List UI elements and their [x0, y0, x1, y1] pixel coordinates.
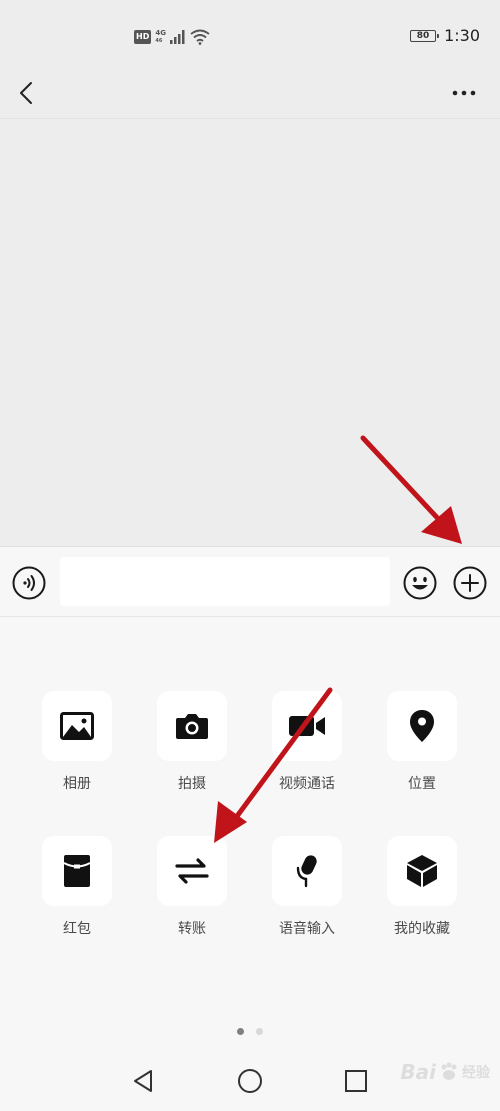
back-button[interactable] [14, 76, 38, 110]
tool-label: 转账 [178, 921, 206, 937]
tool-tile [387, 691, 457, 761]
location-icon [410, 710, 434, 742]
tool-camera[interactable]: 拍摄 [142, 691, 242, 801]
tool-tile [272, 836, 342, 906]
status-right: 80 1:30 [410, 26, 480, 45]
square-recents-icon [345, 1070, 367, 1092]
emoji-icon [403, 566, 437, 600]
emoji-button[interactable] [403, 566, 437, 600]
input-bar [0, 546, 500, 617]
more-functions-panel: 相册 拍摄 视频通话 位置 红包 转账 语音输入 我的收藏 [0, 617, 500, 1111]
system-back-button[interactable] [130, 1068, 156, 1094]
tool-album[interactable]: 相册 [27, 691, 127, 801]
tool-label: 相册 [63, 776, 91, 792]
microphone-icon [296, 855, 317, 888]
message-input[interactable] [60, 557, 390, 606]
more-functions-button[interactable] [453, 566, 487, 600]
paw-icon [441, 1062, 457, 1080]
tool-tile [42, 836, 112, 906]
tool-tile [387, 836, 457, 906]
tool-video-call[interactable]: 视频通话 [257, 691, 357, 801]
status-bar: HD 4G 46 80 1:30 [0, 0, 500, 70]
tool-tile [157, 836, 227, 906]
page-indicator [0, 1028, 500, 1035]
hd-badge: HD [134, 30, 152, 44]
more-button[interactable] [450, 78, 478, 108]
more-horizontal-icon [452, 90, 476, 96]
tool-red-packet[interactable]: 红包 [27, 836, 127, 946]
tool-label: 视频通话 [279, 776, 335, 792]
watermark-suffix: 经验 [462, 1065, 490, 1081]
page-dot[interactable] [256, 1028, 263, 1035]
chat-header [0, 70, 500, 119]
tool-tile [157, 691, 227, 761]
battery-level: 80 [416, 30, 430, 41]
camera-icon [176, 714, 208, 739]
tool-tile [42, 691, 112, 761]
network-type: 4G 46 [155, 29, 166, 45]
network-sub: 46 [155, 38, 163, 44]
signal-icon [169, 30, 185, 44]
voice-icon [12, 566, 46, 600]
tool-label: 我的收藏 [394, 921, 450, 937]
status-left: HD 4G 46 [134, 28, 210, 46]
tool-location[interactable]: 位置 [372, 691, 472, 801]
voice-button[interactable] [12, 566, 46, 600]
page-dot-active[interactable] [237, 1028, 244, 1035]
system-home-button[interactable] [237, 1068, 263, 1094]
tool-label: 拍摄 [178, 776, 206, 792]
tool-voice-input[interactable]: 语音输入 [257, 836, 357, 946]
red-packet-icon [63, 855, 91, 887]
transfer-icon [175, 858, 209, 884]
tool-tile [272, 691, 342, 761]
image-icon [60, 712, 94, 740]
tool-label: 位置 [408, 776, 436, 792]
wifi-icon [190, 29, 210, 45]
video-icon [289, 716, 325, 736]
tool-label: 红包 [63, 921, 91, 937]
watermark-brand: Bai [400, 1060, 436, 1084]
status-time: 1:30 [444, 26, 480, 45]
tool-label: 语音输入 [279, 921, 335, 937]
system-recents-button[interactable] [343, 1068, 369, 1094]
triangle-back-icon [134, 1070, 152, 1092]
message-list[interactable] [0, 119, 500, 546]
watermark: Bai 经验 [400, 1060, 490, 1084]
plus-circle-icon [453, 566, 487, 600]
network-label: 4G [155, 29, 166, 37]
chevron-left-icon [20, 82, 32, 104]
battery-icon: 80 [410, 29, 440, 42]
cube-icon [407, 855, 437, 887]
tool-transfer[interactable]: 转账 [142, 836, 242, 946]
circle-home-icon [238, 1069, 262, 1093]
tool-favorites[interactable]: 我的收藏 [372, 836, 472, 946]
